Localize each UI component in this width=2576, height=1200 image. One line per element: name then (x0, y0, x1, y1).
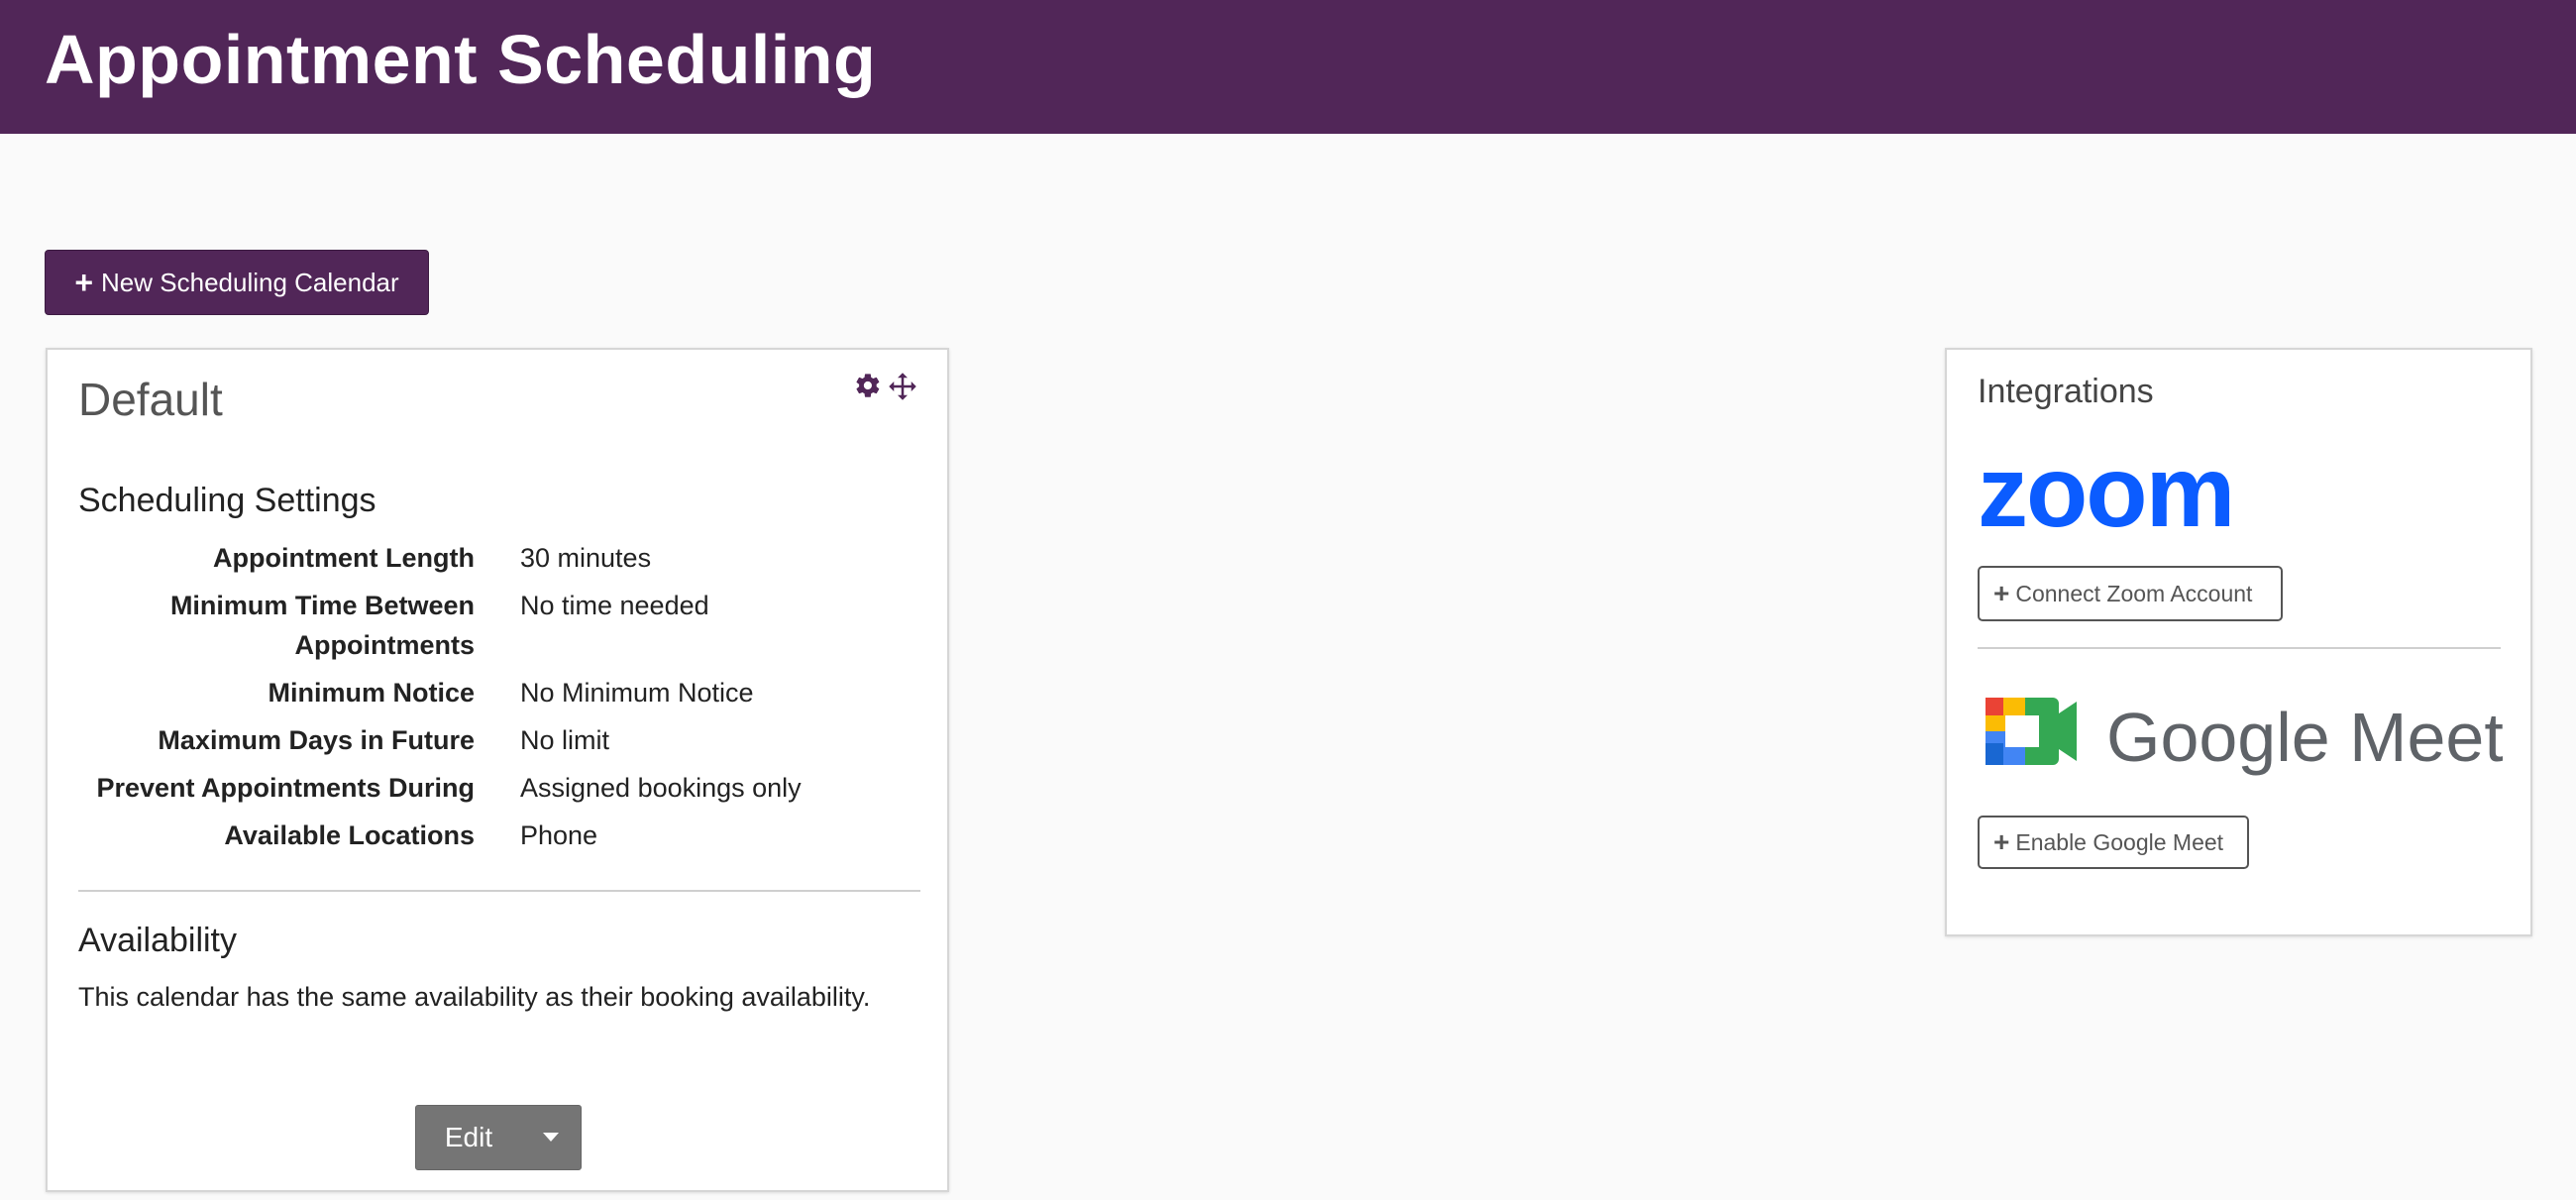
connect-zoom-label: Connect Zoom Account (2015, 580, 2253, 606)
move-icon[interactable] (888, 372, 917, 401)
integrations-card: Integrations zoom + Connect Zoom Account… (1945, 348, 2532, 936)
calendar-card-default: Default Scheduling Settings Appointment … (46, 348, 949, 1192)
new-scheduling-calendar-label: New Scheduling Calendar (101, 267, 399, 297)
page-title: Appointment Scheduling (45, 21, 877, 98)
setting-row: Minimum Notice No Minimum Notice (78, 673, 920, 712)
google-meet-logo-text: Google Meet (2106, 699, 2503, 776)
setting-row: Appointment Length 30 minutes (78, 538, 920, 578)
edit-button-group: Edit (415, 1105, 582, 1170)
top-header-bar: Appointment Scheduling (0, 0, 2576, 134)
zoom-logo: zoom (1978, 435, 2275, 548)
gear-icon[interactable] (854, 372, 882, 401)
plus-icon: + (1993, 826, 2010, 857)
setting-value: Assigned bookings only (520, 773, 802, 803)
section-divider (78, 890, 920, 892)
caret-down-icon[interactable] (521, 1106, 581, 1169)
setting-row: Available Locations Phone (78, 816, 920, 855)
calendar-card-actions (854, 372, 917, 401)
setting-value: 30 minutes (520, 543, 652, 573)
integrations-title: Integrations (1978, 373, 2154, 410)
enable-google-meet-button[interactable]: + Enable Google Meet (1978, 816, 2249, 869)
setting-value: No time needed (520, 591, 709, 620)
setting-label: Available Locations (224, 820, 475, 850)
availability-text: This calendar has the same availability … (78, 982, 871, 1012)
connect-zoom-button[interactable]: + Connect Zoom Account (1978, 566, 2283, 621)
enable-google-meet-label: Enable Google Meet (2015, 828, 2224, 855)
google-meet-logo: Google Meet (1978, 692, 2504, 786)
setting-value: Phone (520, 820, 598, 850)
scheduling-settings-heading: Scheduling Settings (78, 482, 376, 519)
setting-label: Appointment Length (213, 543, 475, 573)
scheduling-settings-list: Appointment Length 30 minutes Minimum Ti… (78, 538, 920, 863)
zoom-logo-text: zoom (1978, 459, 2233, 538)
setting-label: Maximum Days in Future (158, 725, 475, 755)
edit-button[interactable]: Edit (416, 1106, 521, 1169)
setting-value: No limit (520, 725, 610, 755)
setting-label: Minimum Notice (268, 678, 475, 708)
setting-label: Minimum Time Between Appointments (169, 591, 475, 660)
setting-label: Prevent Appointments During (96, 773, 475, 803)
setting-value: No Minimum Notice (520, 678, 754, 708)
new-scheduling-calendar-button[interactable]: + New Scheduling Calendar (45, 250, 429, 315)
setting-row: Maximum Days in Future No limit (78, 720, 920, 760)
setting-row: Prevent Appointments During Assigned boo… (78, 768, 920, 808)
availability-heading: Availability (78, 922, 238, 959)
setting-row: Minimum Time Between Appointments No tim… (78, 586, 920, 665)
calendar-title: Default (78, 374, 223, 425)
integrations-divider (1978, 647, 2501, 649)
plus-icon: + (74, 265, 94, 300)
plus-icon: + (1993, 578, 2010, 608)
